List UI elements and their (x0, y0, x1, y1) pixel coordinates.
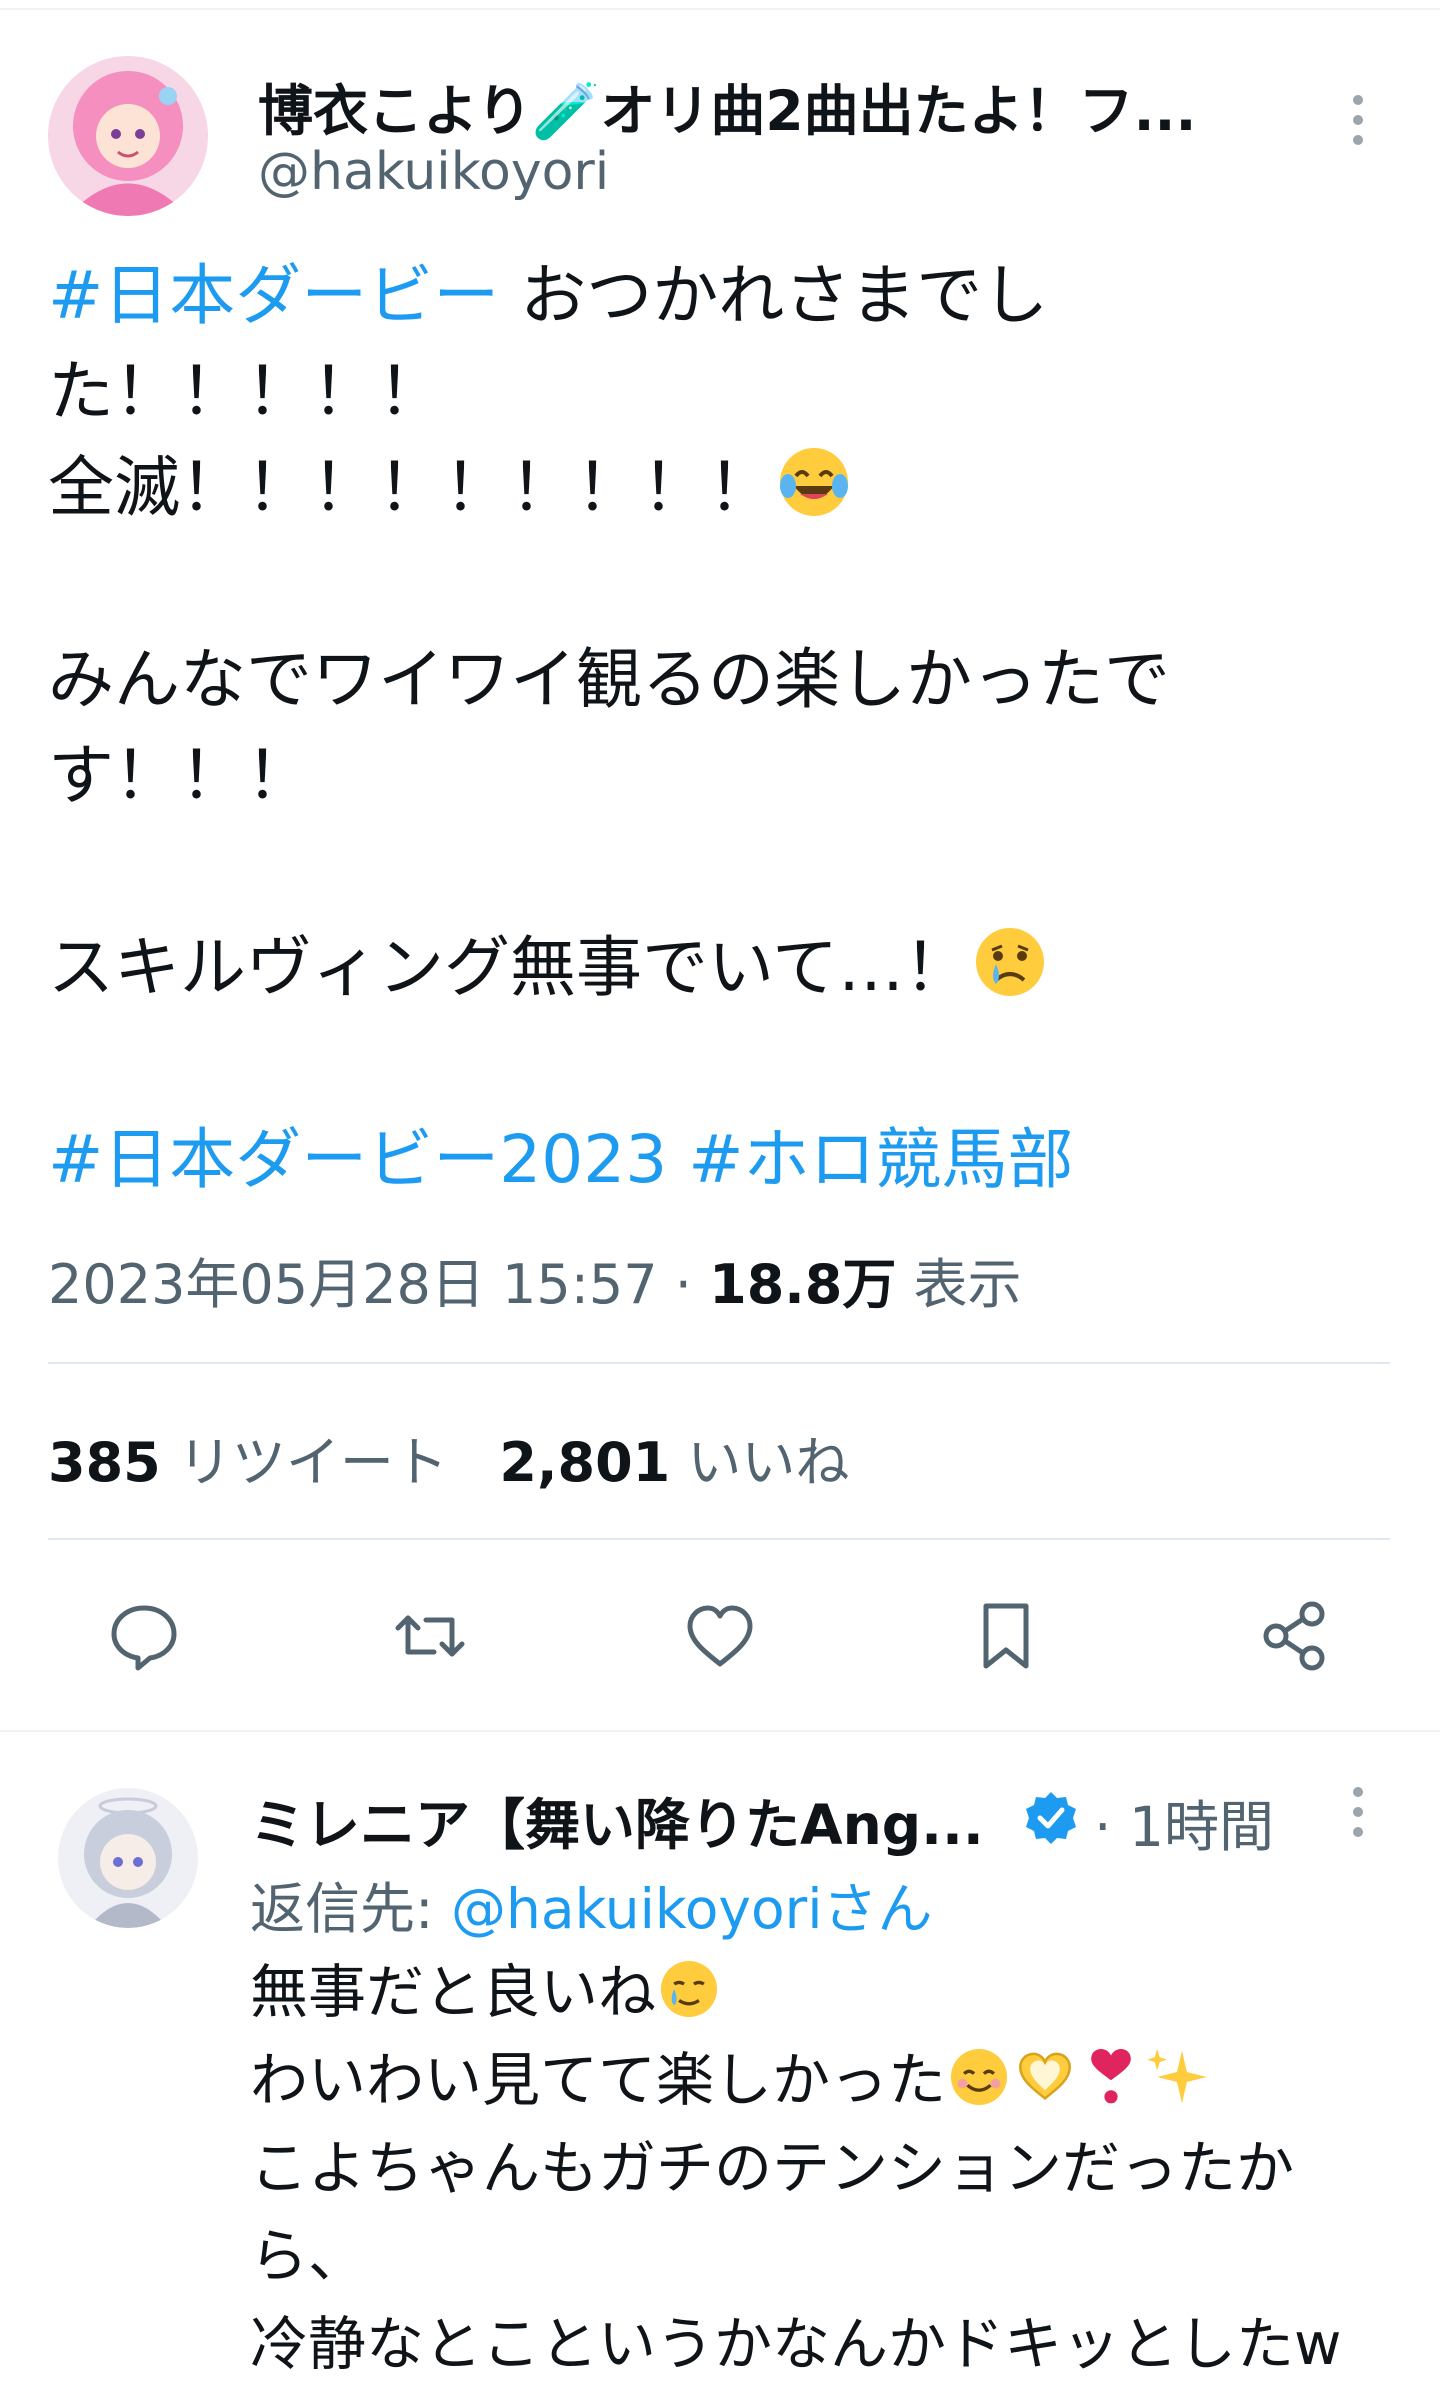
tweet-text-segment: 全滅！！！！！！！！！ (48, 449, 774, 526)
reply-icon[interactable] (104, 1596, 184, 1676)
like-icon[interactable] (680, 1596, 760, 1676)
red-heart-exclamation-icon (1078, 2044, 1144, 2110)
tweet-text-segment: す！！！ (48, 737, 312, 814)
reply-to-prefix: 返信先: (250, 1877, 452, 1941)
views-label: 表示 (913, 1253, 1022, 1316)
tweet-stats: 385 リツイート 2,801 いいね (48, 1418, 849, 1497)
retweets-stat[interactable]: 385 リツイート (48, 1431, 448, 1494)
views-count: 18.8万 (709, 1253, 897, 1316)
author-display-name[interactable]: 博衣こより🧪オリ曲2曲出たよ！フ... (258, 66, 1196, 146)
hashtag-link[interactable]: #日本ダービー (48, 257, 499, 334)
divider (48, 1538, 1390, 1540)
share-icon[interactable] (1254, 1596, 1334, 1676)
reply-time[interactable]: · 1時間 (1094, 1782, 1274, 1862)
retweets-count: 385 (48, 1431, 161, 1494)
reply-text-segment: こよちゃんもガチのテンションだったか (250, 2134, 1295, 2202)
section-separator (0, 1730, 1440, 1732)
tweet-text-segment: おつかれさまでし (499, 257, 1049, 334)
reply-text-segment: ら、 (250, 2222, 367, 2290)
verified-badge-icon (1022, 1789, 1080, 1847)
reply-author-avatar[interactable] (58, 1788, 198, 1928)
reply-text-segment: 冷静なとこというかなんかドキッとしたw (250, 2310, 1342, 2378)
reply-more-options-icon[interactable] (1328, 1772, 1388, 1852)
reply-text: 無事だと良いね わいわい見てて楽しかった こよちゃんもガチのテンションだったか … (250, 1948, 1400, 2388)
face-holding-back-tears-icon (656, 1956, 722, 2022)
reply-text-segment: 無事だと良いね (250, 1958, 657, 2026)
heart-hands-icon (1012, 2044, 1078, 2110)
likes-count: 2,801 (499, 1431, 671, 1494)
author-handle[interactable]: @hakuikoyori (258, 142, 609, 202)
tweet-meta: 2023年05月28日 15:57 · 18.8万 表示 (48, 1253, 1022, 1316)
reply-to-suffix: さん (822, 1877, 933, 1941)
retweet-icon[interactable] (390, 1596, 470, 1676)
crying-face-icon (970, 922, 1050, 1002)
likes-stat[interactable]: 2,801 いいね (499, 1431, 849, 1494)
tweet-text-segment: た！！！！！ (48, 353, 444, 430)
tweet-text-segment: みんなでワイワイ観るの楽しかったで (48, 641, 1170, 718)
reply-to-mention[interactable]: @hakuikoyori (451, 1877, 823, 1941)
sparkles-icon (1144, 2044, 1210, 2110)
divider (48, 1362, 1390, 1364)
bookmark-icon[interactable] (966, 1596, 1046, 1676)
more-options-icon[interactable] (1328, 80, 1388, 160)
reply-author-display-name[interactable]: ミレニア【舞い降りたAng... (250, 1780, 984, 1860)
tweet-timestamp[interactable]: 2023年05月28日 15:57 (48, 1253, 658, 1316)
reply-text-segment: わいわい見てて楽しかった (250, 2046, 947, 2114)
smiling-face-icon (946, 2044, 1012, 2110)
hashtag-link[interactable]: #日本ダービー2023 (48, 1121, 667, 1198)
author-avatar[interactable] (48, 56, 208, 216)
tweet-text-segment: スキルヴィング無事でいて…！ (48, 929, 971, 1006)
face-with-tears-of-joy-icon (774, 442, 854, 522)
retweets-label: リツイート (177, 1431, 448, 1494)
tweet-text: #日本ダービー おつかれさまでし た！！！！！ 全滅！！！！！！！！！ みんなで… (48, 248, 1388, 1208)
hashtag-link[interactable]: #ホロ競馬部 (688, 1121, 1073, 1198)
likes-label: いいね (687, 1431, 850, 1494)
top-border (0, 0, 1440, 10)
reply-to-line: 返信先: @hakuikoyoriさん (250, 1864, 933, 1944)
